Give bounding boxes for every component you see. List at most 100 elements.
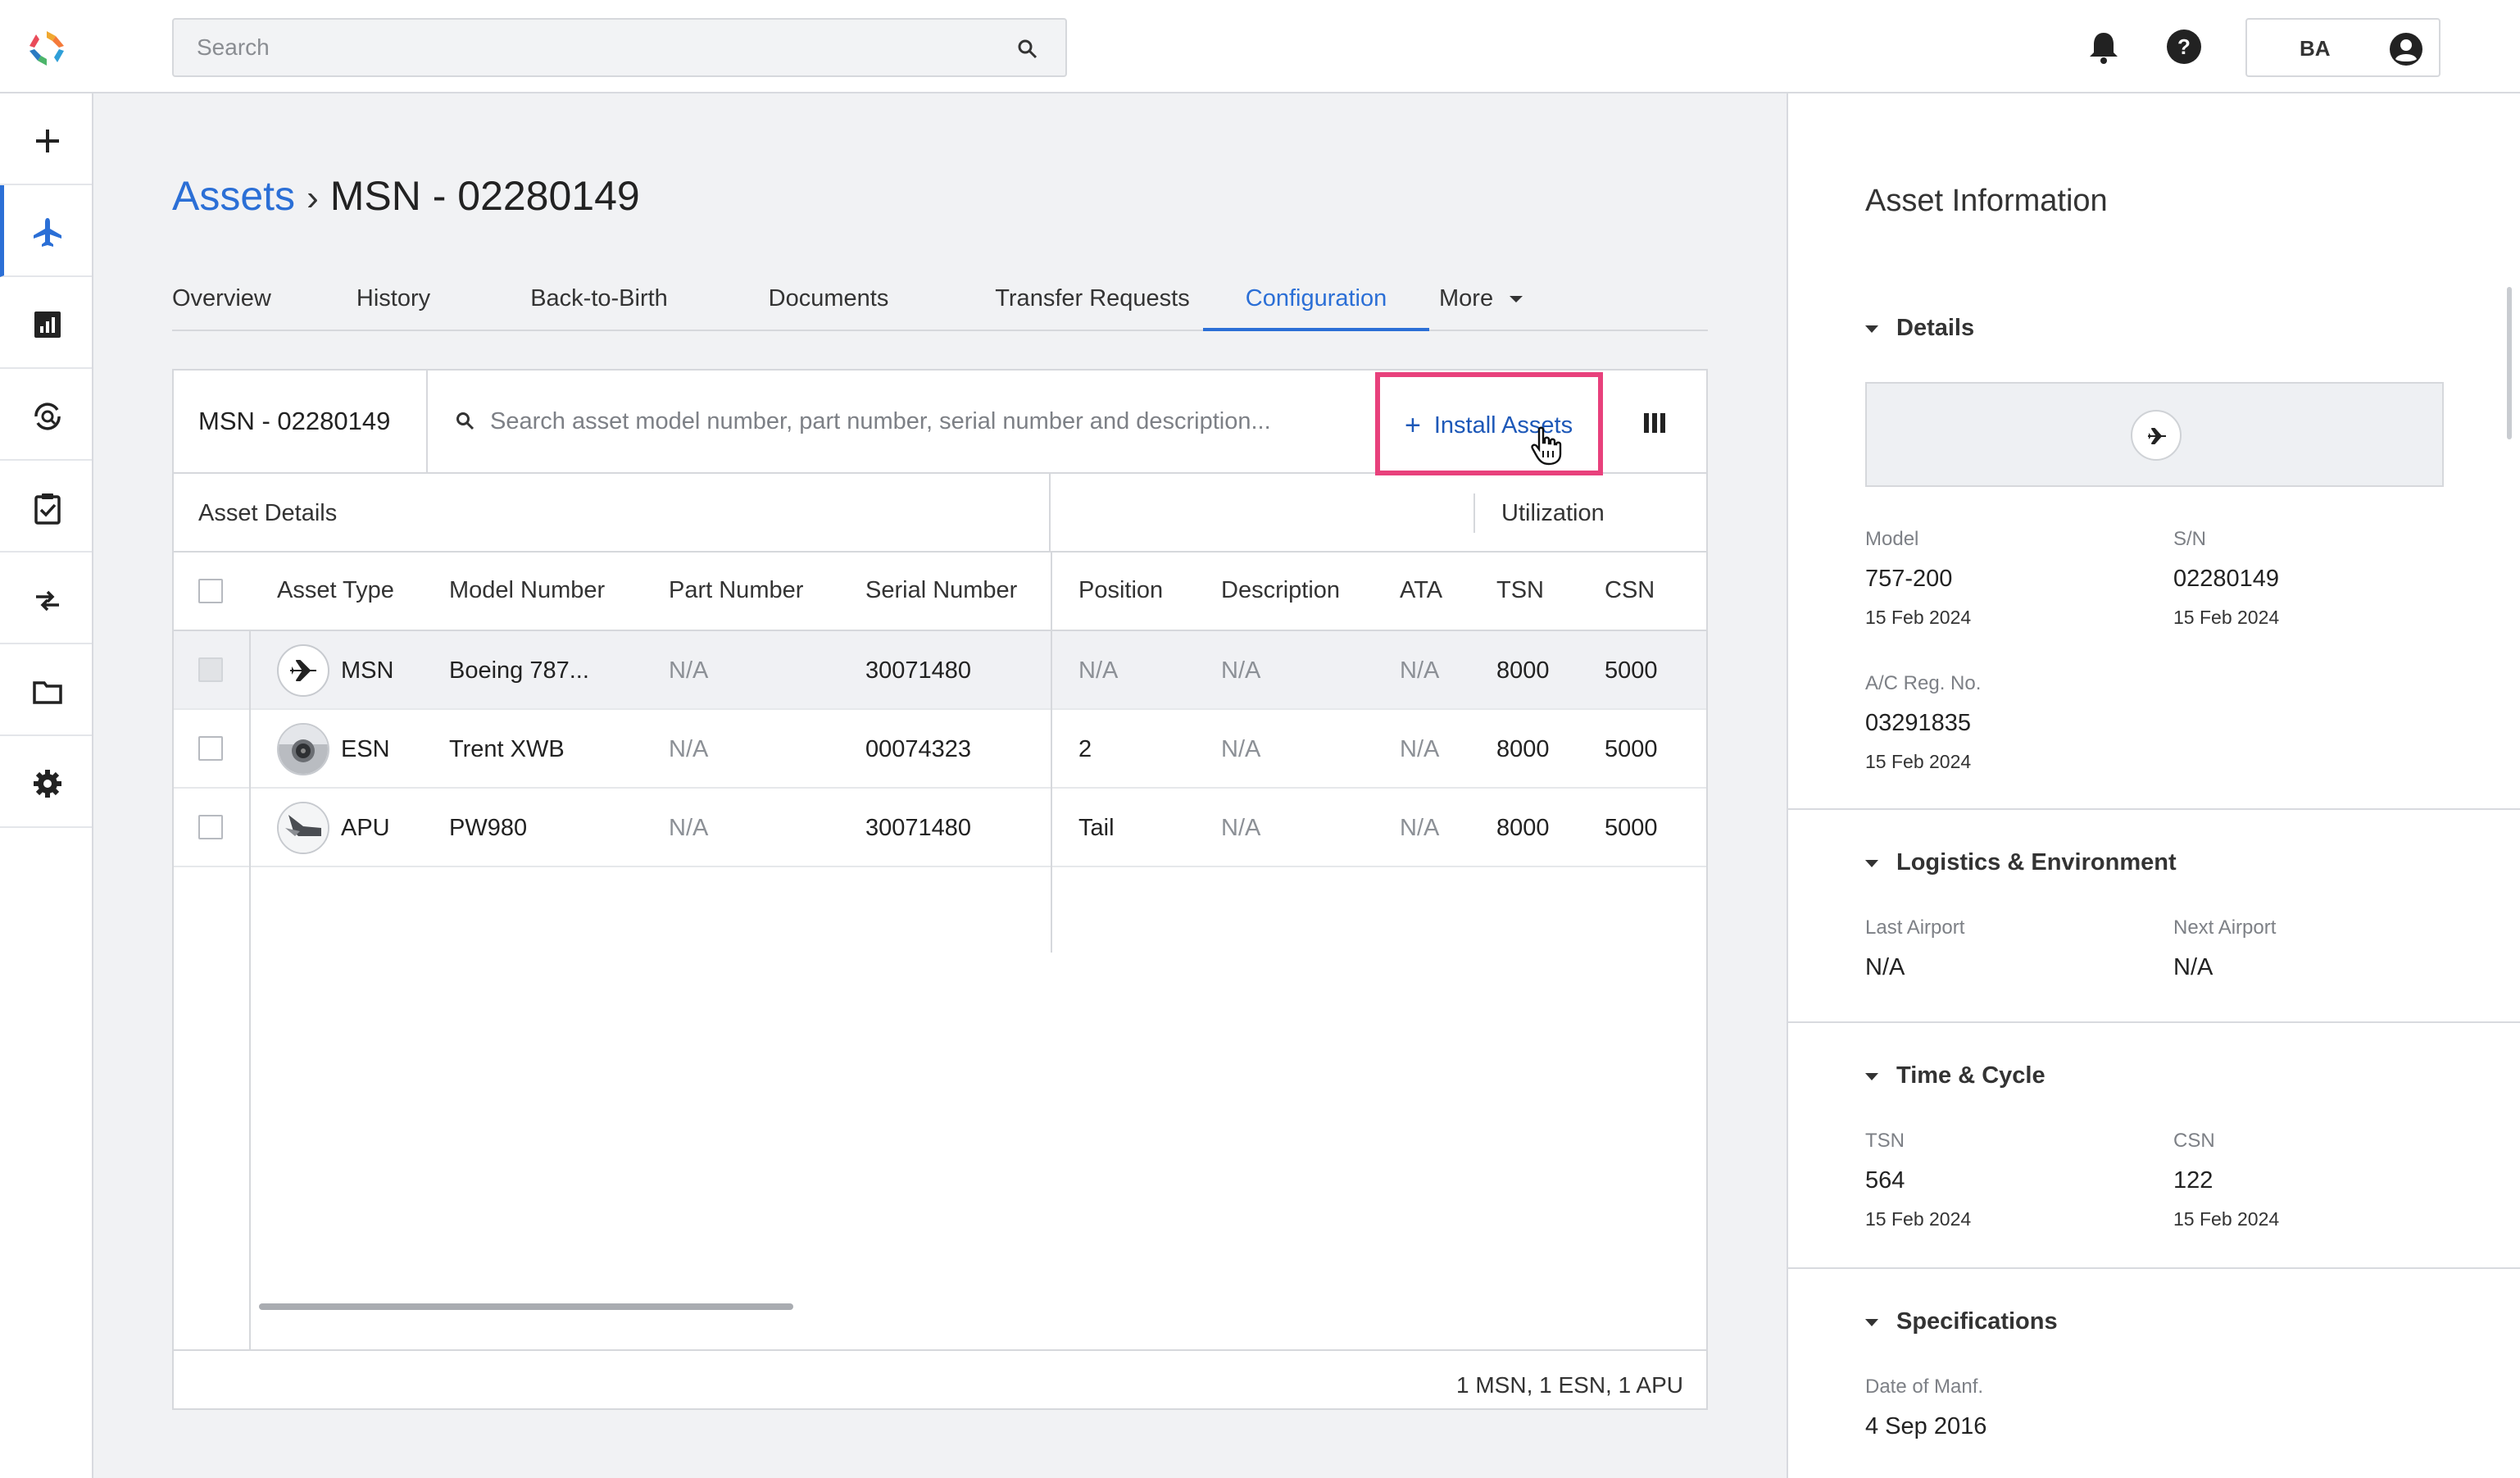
account-icon <box>2390 33 2422 66</box>
row-checkbox[interactable] <box>198 736 223 761</box>
cell-position: Tail <box>1078 815 1115 841</box>
tab-documents[interactable]: Documents <box>765 267 892 331</box>
header-position[interactable]: Position <box>1078 577 1163 604</box>
engine-icon <box>277 723 329 775</box>
section-time-cycle-toggle[interactable]: Time & Cycle <box>1865 1062 2046 1089</box>
nav-settings[interactable] <box>0 736 92 828</box>
row-checkbox[interactable] <box>198 815 223 839</box>
global-search-input[interactable] <box>197 31 983 64</box>
row-checkbox <box>198 657 223 682</box>
table-row[interactable]: APU PW980 N/A 30071480 Tail N/A N/A 8000… <box>174 789 1706 867</box>
cell-tsn: 8000 <box>1496 815 1550 841</box>
cell-tsn: 8000 <box>1496 736 1550 762</box>
breadcrumb: Assets › MSN - 02280149 <box>172 172 640 220</box>
help-icon[interactable]: ? <box>2165 28 2203 66</box>
cell-asset-type: MSN <box>341 657 394 684</box>
tab-history[interactable]: History <box>352 267 434 331</box>
nav-tasks[interactable] <box>0 461 92 553</box>
nav-assets[interactable] <box>0 185 92 277</box>
cell-position: 2 <box>1078 736 1092 762</box>
svg-text:?: ? <box>2177 34 2191 59</box>
search-icon <box>456 412 474 430</box>
cell-serial-number: 30071480 <box>865 815 972 841</box>
cell-model-number: Trent XWB <box>449 736 565 762</box>
field-date-csn: 15 Feb 2024 <box>2173 1208 2280 1230</box>
field-value-tsn: 564 <box>1865 1167 1905 1194</box>
plus-icon: + <box>1405 410 1421 441</box>
airplane-icon <box>2131 410 2182 461</box>
tab-transfer-requests[interactable]: Transfer Requests <box>992 267 1193 331</box>
main-content: Assets › MSN - 02280149 Overview History B… <box>93 93 1787 1478</box>
install-assets-button[interactable]: + Install Assets <box>1375 372 1603 475</box>
airplane-icon <box>277 644 329 697</box>
field-label-model: Model <box>1865 528 1919 550</box>
field-label-tsn: TSN <box>1865 1130 1905 1152</box>
field-value-reg: 03291835 <box>1865 710 1972 736</box>
tab-configuration[interactable]: Configuration <box>1203 267 1429 331</box>
cell-description: N/A <box>1221 736 1261 762</box>
caret-down-icon <box>1865 1318 1878 1326</box>
section-specifications-toggle[interactable]: Specifications <box>1865 1308 2058 1335</box>
cell-ata: N/A <box>1400 736 1440 762</box>
clipboard-check-icon <box>34 493 61 525</box>
nav-documents[interactable] <box>0 644 92 736</box>
field-date-sn: 15 Feb 2024 <box>2173 607 2280 628</box>
field-value-next-airport: N/A <box>2173 954 2214 980</box>
field-date-reg: 15 Feb 2024 <box>1865 751 1972 772</box>
user-menu[interactable]: BA <box>2245 18 2441 77</box>
section-logistics-toggle[interactable]: Logistics & Environment <box>1865 849 2177 876</box>
gear-icon <box>34 770 61 798</box>
cell-part-number: N/A <box>669 815 709 841</box>
header-part-number[interactable]: Part Number <box>669 577 803 604</box>
header-ata[interactable]: ATA <box>1400 577 1442 604</box>
cell-csn: 5000 <box>1605 657 1658 684</box>
cell-part-number: N/A <box>669 736 709 762</box>
column-divider <box>1051 553 1052 953</box>
column-divider <box>249 631 251 1349</box>
cell-serial-number: 30071480 <box>865 657 972 684</box>
app-logo-icon[interactable] <box>28 30 66 67</box>
header-model-number[interactable]: Model Number <box>449 577 605 604</box>
nav-tracking[interactable] <box>0 369 92 461</box>
panel-scrollbar[interactable] <box>2507 287 2512 439</box>
search-icon[interactable] <box>1016 38 1039 61</box>
table-row[interactable]: ESN Trent XWB N/A 00074323 2 N/A N/A 800… <box>174 710 1706 789</box>
tab-back-to-birth[interactable]: Back-to-Birth <box>529 267 669 331</box>
table-row[interactable]: MSN Boeing 787... N/A 30071480 N/A N/A N… <box>174 631 1706 710</box>
field-value-last-airport: N/A <box>1865 954 1905 980</box>
columns-icon[interactable] <box>1642 412 1667 434</box>
tail-icon <box>277 802 329 854</box>
tab-overview[interactable]: Overview <box>172 267 271 331</box>
field-value-csn: 122 <box>2173 1167 2214 1194</box>
header-description[interactable]: Description <box>1221 577 1340 604</box>
nav-transfers[interactable] <box>0 553 92 644</box>
field-label-csn: CSN <box>2173 1130 2215 1152</box>
field-date-tsn: 15 Feb 2024 <box>1865 1208 1972 1230</box>
select-all-checkbox[interactable] <box>198 579 223 603</box>
header-asset-type[interactable]: Asset Type <box>277 577 394 604</box>
breadcrumb-assets-link[interactable]: Assets <box>172 173 295 219</box>
nav-reports[interactable] <box>0 277 92 369</box>
cell-serial-number: 00074323 <box>865 736 972 762</box>
section-details-toggle[interactable]: Details <box>1865 315 1974 342</box>
cell-csn: 5000 <box>1605 736 1658 762</box>
horizontal-scrollbar[interactable] <box>259 1303 793 1310</box>
header-serial-number[interactable]: Serial Number <box>865 577 1017 604</box>
asset-search-input[interactable] <box>490 403 1359 439</box>
tab-more[interactable]: More <box>1439 267 1537 331</box>
header-tsn[interactable]: TSN <box>1496 577 1544 604</box>
section-divider <box>1788 1267 2520 1269</box>
tab-bar: Overview History Back-to-Birth Documents… <box>172 267 1708 331</box>
section-divider <box>1788 808 2520 810</box>
global-search[interactable] <box>172 18 1067 77</box>
nav-add[interactable] <box>0 93 92 185</box>
bell-icon[interactable] <box>2086 30 2121 66</box>
header-csn[interactable]: CSN <box>1605 577 1655 604</box>
asset-search[interactable] <box>428 371 1383 472</box>
hand-cursor-icon <box>1531 426 1562 466</box>
cell-position: N/A <box>1078 657 1119 684</box>
current-msn-label: MSN - 02280149 <box>174 371 428 472</box>
group-asset-details: Asset Details <box>174 474 1051 551</box>
caret-down-icon <box>1865 1072 1878 1080</box>
field-value-manf-date: 4 Sep 2016 <box>1865 1413 1987 1439</box>
